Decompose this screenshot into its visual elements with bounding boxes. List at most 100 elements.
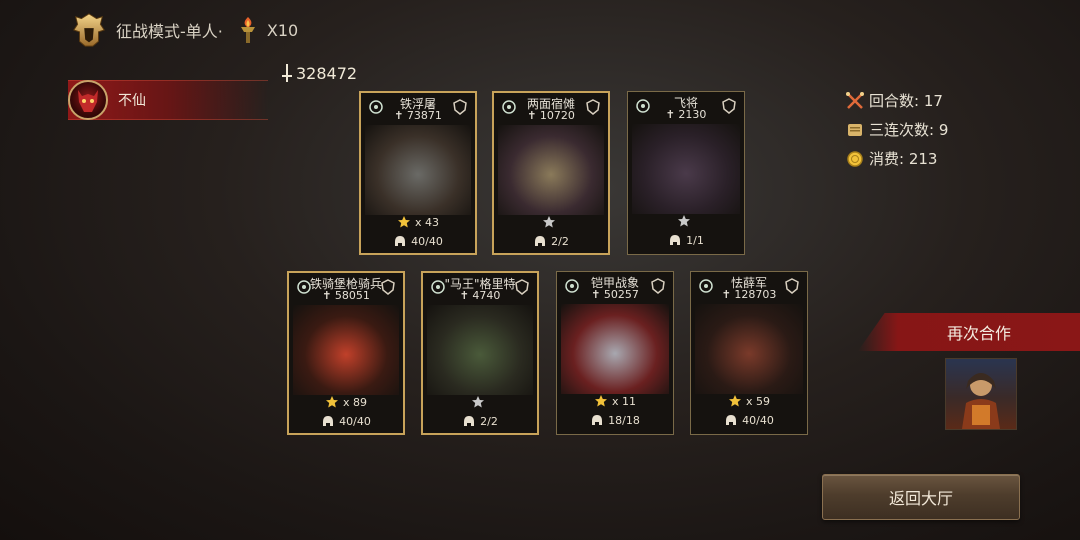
combo-text: 三连次数: 9 <box>869 121 949 139</box>
sword-icon: ✝ <box>591 288 601 301</box>
return-lobby-label: 返回大厅 <box>888 489 953 508</box>
hero-power-value: 128703 <box>734 288 777 301</box>
hero-card[interactable]: "马王"格里特 ✝ 4740 2/2 <box>421 271 539 435</box>
hero-power: ✝ 128703 <box>691 288 807 301</box>
hero-stars <box>628 214 744 228</box>
hero-stars <box>494 215 608 229</box>
hero-troops: 40/40 <box>289 414 403 428</box>
hero-troops: 40/40 <box>361 234 475 248</box>
hero-troops: 2/2 <box>423 414 537 428</box>
helmet-icon <box>726 415 737 425</box>
sword-icon: ✝ <box>322 289 332 302</box>
torch-icon <box>240 17 255 43</box>
hero-power: ✝ 2130 <box>628 108 744 121</box>
mode-label: 征战模式-单人· <box>116 22 223 41</box>
helmet-icon <box>464 416 475 426</box>
teammate-portrait[interactable] <box>945 358 1017 430</box>
star-count: x 59 <box>745 394 770 408</box>
hero-stars: x 59 <box>691 394 807 408</box>
troop-count: 2/2 <box>480 414 498 428</box>
hero-power-value: 10720 <box>539 109 575 122</box>
hero-card[interactable]: 铁骑堡枪骑兵 ✝ 58051 x 89 40/40 <box>287 271 405 435</box>
scroll-icon <box>848 123 862 136</box>
spartan-helmet-icon <box>73 13 105 47</box>
hero-troops: 18/18 <box>557 413 673 427</box>
troop-count: 2/2 <box>551 234 569 248</box>
hero-stars: x 11 <box>557 394 673 408</box>
troop-count: 40/40 <box>742 413 774 427</box>
sword-icon: ✝ <box>665 108 675 121</box>
troop-count: 1/1 <box>686 233 704 247</box>
helmet-icon <box>395 236 406 246</box>
helmet-icon <box>592 415 603 425</box>
hero-troops: 1/1 <box>628 233 744 247</box>
avatar[interactable] <box>68 80 108 120</box>
star-icon <box>472 396 484 408</box>
sword-icon: ✝ <box>459 289 469 302</box>
hero-power: ✝ 73871 <box>361 109 475 122</box>
total-power: 328472 <box>280 63 357 83</box>
play-again-button[interactable]: 再次合作 <box>858 313 1080 351</box>
star-icon <box>594 395 607 407</box>
hero-art <box>561 304 669 394</box>
coin-icon <box>847 150 863 167</box>
star-count: x 43 <box>414 215 439 229</box>
helmet-icon <box>670 235 681 245</box>
hero-art <box>632 124 740 214</box>
star-count: x 89 <box>342 395 367 409</box>
hero-art <box>293 305 399 395</box>
rounds-text: 回合数: 17 <box>869 92 943 110</box>
troop-count: 40/40 <box>339 414 371 428</box>
troop-count: 40/40 <box>411 234 443 248</box>
helmet-icon <box>323 416 334 426</box>
hero-art <box>498 125 604 215</box>
hero-art <box>695 304 803 394</box>
hero-troops: 40/40 <box>691 413 807 427</box>
ticket-count: X10 <box>266 20 299 40</box>
hero-power: ✝ 10720 <box>494 109 608 122</box>
hero-stars: x 89 <box>289 395 403 409</box>
troop-count: 18/18 <box>608 413 640 427</box>
hero-power-value: 2130 <box>678 108 707 121</box>
hero-power: ✝ 58051 <box>289 289 403 302</box>
sword-icon <box>282 64 292 82</box>
hero-card[interactable]: 怯薛军 ✝ 128703 x 59 40/40 <box>690 271 808 435</box>
sword-icon: ✝ <box>721 288 731 301</box>
hero-power: ✝ 4740 <box>423 289 537 302</box>
star-count: x 11 <box>611 394 636 408</box>
hero-card[interactable]: 铁浮屠 ✝ 73871 x 43 40/40 <box>359 91 477 255</box>
sword-icon: ✝ <box>527 109 537 122</box>
star-icon <box>543 216 555 228</box>
star-icon <box>325 396 338 408</box>
helmet-icon <box>535 236 546 246</box>
stat-cost: 消费: 213 <box>845 148 948 169</box>
sword-icon: ✝ <box>394 109 404 122</box>
player-name: 不仙 <box>118 93 146 109</box>
hero-stars: x 43 <box>361 215 475 229</box>
hero-art <box>365 125 471 215</box>
stat-combo: 三连次数: 9 <box>845 119 948 140</box>
demon-mask-icon <box>78 90 98 112</box>
star-icon <box>728 395 741 407</box>
hero-power-value: 50257 <box>603 288 639 301</box>
hero-card[interactable]: 两面宿傩 ✝ 10720 2/2 <box>492 91 610 255</box>
total-power-value: 328472 <box>296 63 358 83</box>
star-icon <box>678 215 690 227</box>
mode-header: 征战模式-单人· X10 <box>70 12 298 48</box>
hero-power-value: 73871 <box>406 109 442 122</box>
return-lobby-button[interactable]: 返回大厅 <box>822 474 1020 520</box>
warrior-portrait-icon <box>962 373 1000 429</box>
hero-troops: 2/2 <box>494 234 608 248</box>
hero-power: ✝ 50257 <box>557 288 673 301</box>
stat-rounds: 回合数: 17 <box>845 90 948 111</box>
hero-power-value: 4740 <box>472 289 501 302</box>
hero-card[interactable]: 铠甲战象 ✝ 50257 x 11 18/18 <box>556 271 674 435</box>
hero-card[interactable]: 飞将 ✝ 2130 1/1 <box>627 91 745 255</box>
crossed-swords-icon <box>846 91 864 109</box>
hero-power-value: 58051 <box>334 289 370 302</box>
hero-stars <box>423 395 537 409</box>
hero-art <box>427 305 533 395</box>
star-icon <box>397 216 410 228</box>
play-again-label: 再次合作 <box>946 324 1011 343</box>
cost-text: 消费: 213 <box>869 150 938 168</box>
